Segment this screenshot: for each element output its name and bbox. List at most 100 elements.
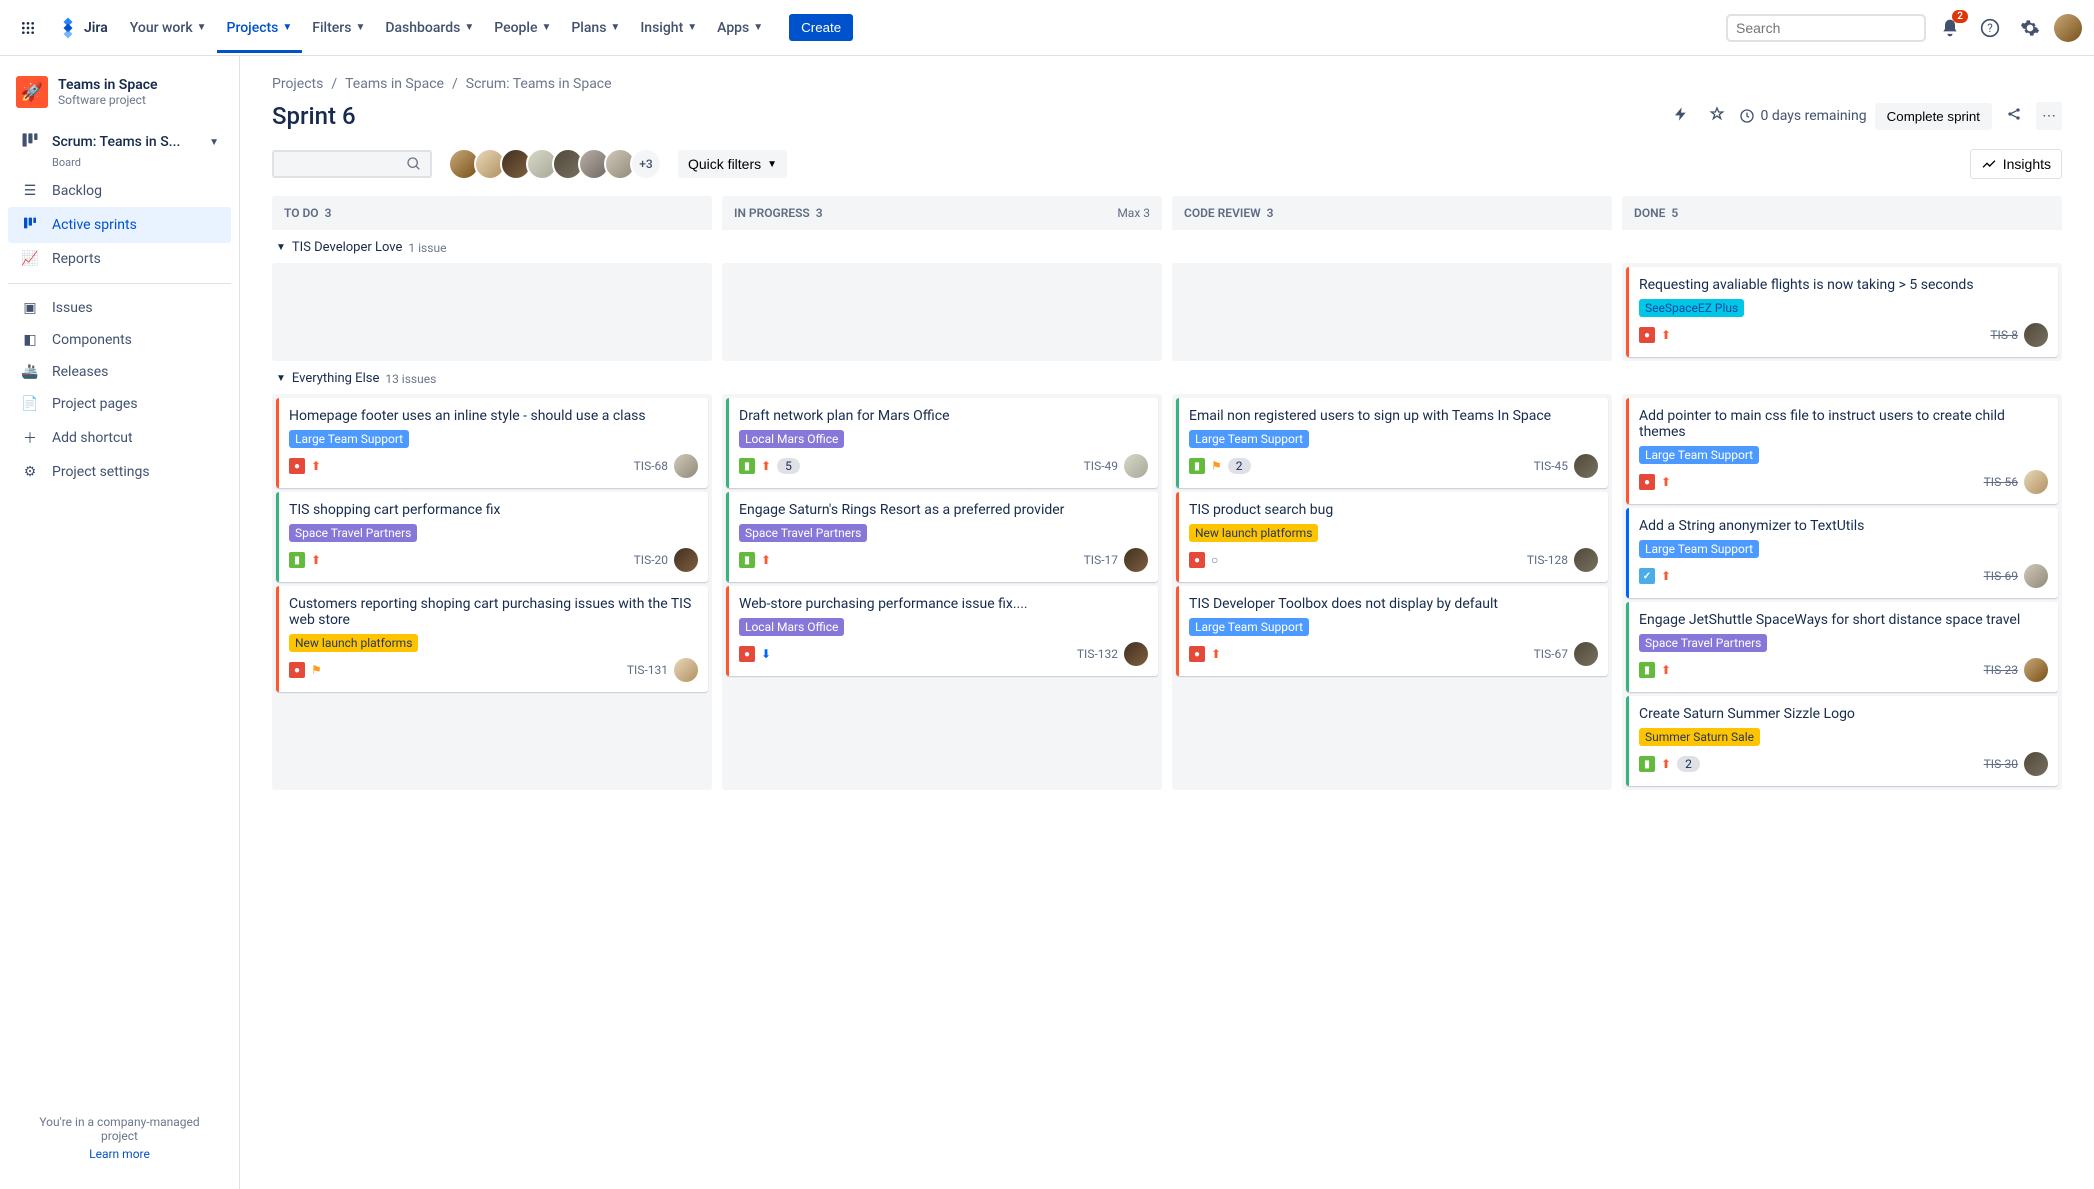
- issue-card[interactable]: TIS Developer Toolbox does not display b…: [1176, 586, 1608, 676]
- epic-tag[interactable]: New launch platforms: [1189, 524, 1318, 542]
- global-search[interactable]: [1726, 14, 1926, 42]
- profile-avatar[interactable]: [2054, 14, 2082, 42]
- assignee-avatar[interactable]: [1124, 454, 1148, 478]
- assignee-avatar[interactable]: [1124, 548, 1148, 572]
- board-column[interactable]: Email non registered users to sign up wi…: [1172, 394, 1612, 790]
- epic-tag[interactable]: Local Mars Office: [739, 430, 844, 448]
- sidebar-item-project-settings[interactable]: ⚙Project settings: [8, 456, 231, 488]
- issue-card[interactable]: TIS shopping cart performance fixSpace T…: [276, 492, 708, 582]
- issue-card[interactable]: Engage Saturn's Rings Resort as a prefer…: [726, 492, 1158, 582]
- issue-card[interactable]: Requesting avaliable flights is now taki…: [1626, 267, 2058, 357]
- issue-card[interactable]: Engage JetShuttle SpaceWays for short di…: [1626, 602, 2058, 692]
- epic-tag[interactable]: Large Team Support: [1639, 446, 1759, 464]
- create-button[interactable]: Create: [789, 14, 853, 41]
- board-column[interactable]: Add pointer to main css file to instruct…: [1622, 394, 2062, 790]
- issue-card[interactable]: Draft network plan for Mars OfficeLocal …: [726, 398, 1158, 488]
- epic-tag[interactable]: Summer Saturn Sale: [1639, 728, 1760, 746]
- issue-card[interactable]: Homepage footer uses an inline style - s…: [276, 398, 708, 488]
- swimlane-header[interactable]: ▼ Everything Else 13 issues: [272, 361, 2062, 394]
- search-input[interactable]: [1736, 20, 1917, 36]
- nav-item-filters[interactable]: Filters ▼: [302, 3, 375, 53]
- swimlane-header[interactable]: ▼ TIS Developer Love 1 issue: [272, 230, 2062, 263]
- priority-highest-icon: ⬆: [761, 553, 771, 567]
- breadcrumb-item[interactable]: Teams in Space: [345, 76, 444, 92]
- jira-logo[interactable]: Jira: [48, 16, 116, 40]
- epic-tag[interactable]: Local Mars Office: [739, 618, 844, 636]
- complete-sprint-button[interactable]: Complete sprint: [1875, 103, 1992, 130]
- board-column[interactable]: Requesting avaliable flights is now taki…: [1622, 263, 2062, 361]
- assignee-avatar[interactable]: [674, 548, 698, 572]
- star-icon[interactable]: [1703, 100, 1731, 132]
- issue-card[interactable]: Web-store purchasing performance issue f…: [726, 586, 1158, 676]
- epic-tag[interactable]: SeeSpaceEZ Plus: [1639, 299, 1744, 317]
- nav-item-dashboards[interactable]: Dashboards ▼: [375, 3, 484, 53]
- issue-card[interactable]: Add pointer to main css file to instruct…: [1626, 398, 2058, 504]
- board-selector[interactable]: Scrum: Teams in S... ▼: [8, 124, 231, 160]
- nav-item-people[interactable]: People ▼: [484, 3, 561, 53]
- assignee-avatar[interactable]: [2024, 658, 2048, 682]
- assignee-avatar[interactable]: [1574, 454, 1598, 478]
- issue-card[interactable]: Create Saturn Summer Sizzle LogoSummer S…: [1626, 696, 2058, 786]
- epic-tag[interactable]: Space Travel Partners: [1639, 634, 1767, 652]
- nav-item-your-work[interactable]: Your work ▼: [120, 3, 217, 53]
- assignee-avatar[interactable]: [2024, 470, 2048, 494]
- learn-more-link[interactable]: Learn more: [20, 1147, 219, 1161]
- sidebar-item-reports[interactable]: 📈Reports: [8, 243, 231, 275]
- priority-low-icon: ⬇: [761, 647, 771, 661]
- breadcrumb-item[interactable]: Scrum: Teams in Space: [466, 76, 612, 92]
- notifications-icon[interactable]: 2: [1934, 12, 1966, 44]
- nav-item-plans[interactable]: Plans ▼: [561, 3, 630, 53]
- epic-tag[interactable]: Space Travel Partners: [739, 524, 867, 542]
- board-column[interactable]: [1172, 263, 1612, 361]
- assignee-avatar[interactable]: [2024, 752, 2048, 776]
- epic-tag[interactable]: Large Team Support: [1639, 540, 1759, 558]
- assignee-avatar[interactable]: [2024, 323, 2048, 347]
- board-column[interactable]: [272, 263, 712, 361]
- days-remaining: 0 days remaining: [1739, 108, 1867, 124]
- epic-tag[interactable]: Large Team Support: [1189, 430, 1309, 448]
- issue-card[interactable]: Customers reporting shoping cart purchas…: [276, 586, 708, 692]
- automation-icon[interactable]: [1667, 100, 1695, 132]
- nav-item-projects[interactable]: Projects ▼: [217, 3, 303, 53]
- board-search[interactable]: [272, 150, 432, 178]
- sidebar-item-backlog[interactable]: ☰Backlog: [8, 175, 231, 207]
- project-header[interactable]: 🚀 Teams in Space Software project: [8, 72, 231, 124]
- page-title: Sprint 6: [272, 102, 1667, 130]
- assignee-avatar[interactable]: [1574, 642, 1598, 666]
- epic-tag[interactable]: New launch platforms: [289, 634, 418, 652]
- issue-card[interactable]: TIS product search bugNew launch platfor…: [1176, 492, 1608, 582]
- sidebar-item-components[interactable]: ◧Components: [8, 324, 231, 356]
- board-column[interactable]: Homepage footer uses an inline style - s…: [272, 394, 712, 790]
- assignee-avatar[interactable]: [1124, 642, 1148, 666]
- epic-tag[interactable]: Large Team Support: [289, 430, 409, 448]
- quick-filters-button[interactable]: Quick filters ▼: [678, 150, 787, 178]
- assignee-avatar[interactable]: [1574, 548, 1598, 572]
- sidebar-item-active-sprints[interactable]: Active sprints: [8, 207, 231, 243]
- help-icon[interactable]: ?: [1974, 12, 2006, 44]
- nav-item-insight[interactable]: Insight ▼: [630, 3, 707, 53]
- assignee-avatar[interactable]: [674, 454, 698, 478]
- sidebar-item-releases[interactable]: 🚢Releases: [8, 356, 231, 388]
- epic-tag[interactable]: Space Travel Partners: [289, 524, 417, 542]
- more-icon[interactable]: ⋯: [2036, 102, 2062, 130]
- insights-button[interactable]: Insights: [1970, 149, 2062, 179]
- issue-key: TIS-132: [1077, 647, 1118, 661]
- epic-tag[interactable]: Large Team Support: [1189, 618, 1309, 636]
- assignee-avatar[interactable]: [2024, 564, 2048, 588]
- app-switcher-icon[interactable]: [12, 12, 44, 44]
- chevron-down-icon: ▼: [767, 159, 777, 170]
- assignee-avatar[interactable]: [674, 658, 698, 682]
- breadcrumb-item[interactable]: Projects: [272, 76, 323, 92]
- assignee-filter[interactable]: +3: [448, 148, 662, 180]
- issue-card[interactable]: Email non registered users to sign up wi…: [1176, 398, 1608, 488]
- board-column[interactable]: [722, 263, 1162, 361]
- issue-card[interactable]: Add a String anonymizer to TextUtilsLarg…: [1626, 508, 2058, 598]
- sidebar-item-add-shortcut[interactable]: ＋Add shortcut: [8, 420, 231, 456]
- board-column[interactable]: Draft network plan for Mars OfficeLocal …: [722, 394, 1162, 790]
- sidebar-item-project-pages[interactable]: 📄Project pages: [8, 388, 231, 420]
- nav-item-apps[interactable]: Apps ▼: [707, 3, 773, 53]
- sidebar-item-issues[interactable]: ▣Issues: [8, 292, 231, 324]
- settings-icon[interactable]: [2014, 12, 2046, 44]
- avatar-more[interactable]: +3: [630, 148, 662, 180]
- share-icon[interactable]: [2000, 100, 2028, 132]
